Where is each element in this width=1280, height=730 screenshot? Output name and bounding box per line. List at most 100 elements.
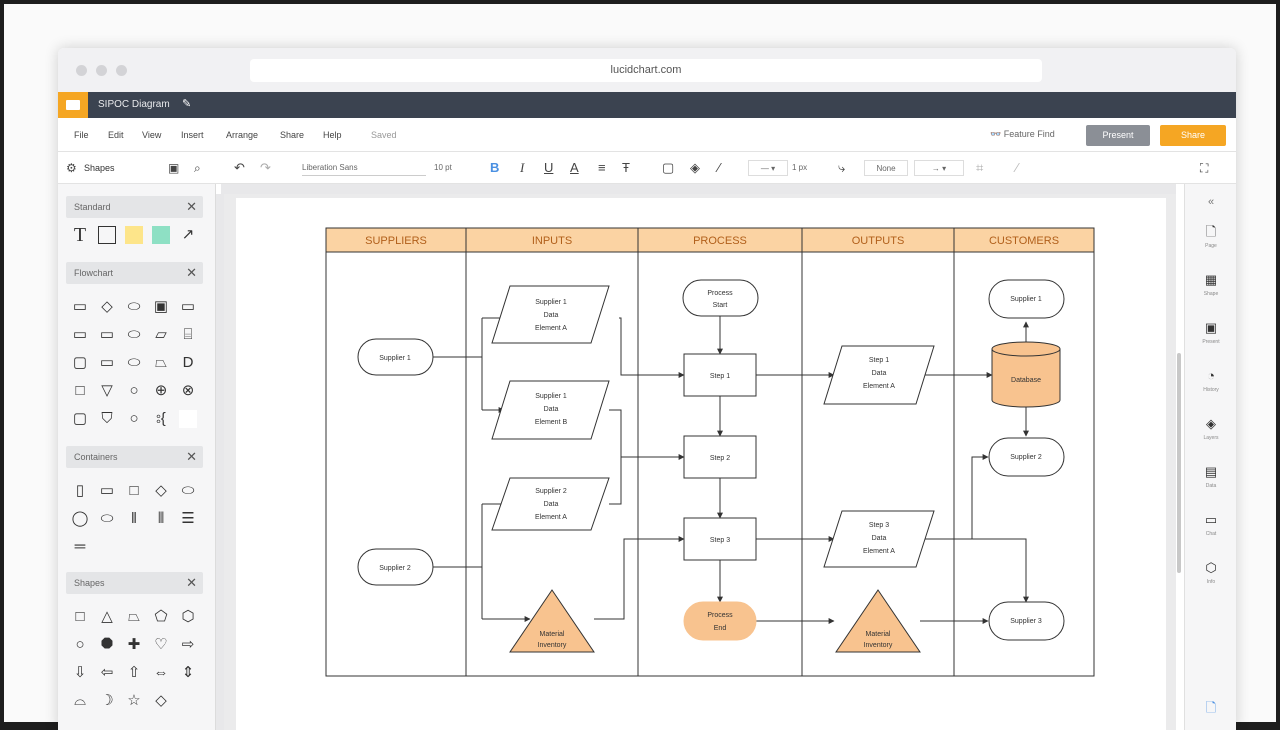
window-close-dot[interactable] — [76, 65, 87, 76]
predefined-shape[interactable]: ▣ — [151, 298, 171, 316]
square-shape[interactable]: □ — [70, 608, 90, 626]
merge-shape[interactable]: ▽ — [97, 382, 117, 400]
vertical-container-shape[interactable]: ▯ — [70, 482, 90, 500]
vertical-pool-shape[interactable]: ⦀ — [151, 510, 171, 528]
stadium-container-shape[interactable]: ⬭ — [97, 510, 117, 528]
window-minimize-dot[interactable] — [96, 65, 107, 76]
cross-shape[interactable]: ✚ — [124, 636, 144, 654]
circle-shape[interactable]: ○ — [70, 636, 90, 654]
section-shapes-header[interactable]: Shapes ✕ — [66, 572, 203, 594]
share-button[interactable]: Share — [1160, 125, 1226, 146]
line-color-icon[interactable]: ∕ — [718, 160, 720, 176]
card-shape[interactable]: ▢ — [70, 354, 90, 372]
heart-shape[interactable]: ♡ — [151, 636, 171, 654]
ellipse-container-shape[interactable]: ◯ — [70, 510, 90, 528]
close-icon[interactable]: ✕ — [186, 265, 197, 281]
rounded-square-shape[interactable]: ▢ — [70, 410, 90, 428]
connector-input3-step2[interactable] — [609, 457, 622, 505]
font-size-select[interactable]: 10 pt — [434, 160, 474, 176]
on-page-shape[interactable]: ○ — [124, 410, 144, 428]
align-icon[interactable]: ≡ — [598, 160, 606, 176]
waypoint-icon[interactable]: ⌗ — [976, 160, 983, 176]
process-end-node[interactable] — [683, 601, 757, 641]
line-end-select[interactable]: → ▾ — [914, 160, 964, 176]
off-page-shape[interactable]: ⛉ — [97, 410, 117, 428]
vertical-double-arrow-shape[interactable]: ⇕ — [178, 664, 198, 682]
close-icon[interactable]: ✕ — [186, 449, 197, 465]
internal-storage-shape[interactable]: ▭ — [70, 326, 90, 344]
connector-supplier1-inputs[interactable] — [433, 317, 504, 410]
arrow-up-shape[interactable]: ⇧ — [124, 664, 144, 682]
loop-limit-shape[interactable]: ⏢ — [151, 354, 171, 372]
collapse-panel-button[interactable]: « — [1197, 194, 1225, 210]
blank-shape[interactable] — [178, 410, 198, 428]
menu-view[interactable]: View — [142, 130, 161, 140]
horizontal-pool-shape[interactable]: ═ — [70, 538, 90, 556]
feedback-button[interactable]: 🗋 — [1197, 700, 1225, 716]
arrow-right-shape[interactable]: ⇨ — [178, 636, 198, 654]
manual-input-shape[interactable]: ▭ — [97, 354, 117, 372]
fill-color-icon[interactable]: ◈ — [690, 160, 700, 176]
delay-shape[interactable]: ⬭ — [124, 354, 144, 372]
section-standard-header[interactable]: Standard ✕ — [66, 196, 203, 218]
pentagon-shape[interactable]: ⬠ — [151, 608, 171, 626]
right-panel-item-shape[interactable]: ▦ Shape — [1197, 272, 1225, 297]
right-panel-item-chat[interactable]: ▭ Chat — [1197, 512, 1225, 537]
vertical-scrollbar[interactable] — [1177, 353, 1181, 573]
connector-output2-customer2[interactable] — [924, 454, 989, 540]
triangle-shape[interactable]: △ — [97, 608, 117, 626]
process-shape[interactable]: ▭ — [70, 298, 90, 316]
undo-icon[interactable]: ↶ — [234, 160, 245, 176]
diamond-shape[interactable]: ◇ — [151, 692, 171, 710]
or-shape[interactable]: ⊕ — [151, 382, 171, 400]
rounded-container-shape[interactable]: ⬭ — [178, 482, 198, 500]
square-shape[interactable]: □ — [70, 382, 90, 400]
colored-block-shape[interactable] — [151, 226, 171, 244]
image-icon[interactable]: ▣ — [168, 160, 179, 176]
right-panel-item-layers[interactable]: ◈ Layers — [1197, 416, 1225, 441]
note-shape[interactable] — [124, 226, 144, 244]
horizontal-container-shape[interactable]: ▭ — [97, 482, 117, 500]
window-zoom-dot[interactable] — [116, 65, 127, 76]
star-shape[interactable]: ☆ — [124, 692, 144, 710]
sipoc-diagram[interactable]: SUPPLIERS INPUTS PROCESS OUTPUTS CUSTOME… — [236, 198, 1166, 730]
document-title[interactable]: SIPOC Diagram — [98, 99, 170, 110]
annotation-shape[interactable]: ⦂{ — [151, 410, 171, 428]
terminator-shape[interactable]: ⬭ — [124, 298, 144, 316]
menu-share[interactable]: Share — [280, 130, 304, 140]
hexagon-shape[interactable]: ⬡ — [178, 608, 198, 626]
edit-title-icon[interactable]: ✎ — [182, 97, 191, 110]
right-panel-item-present[interactable]: ▣ Present — [1197, 320, 1225, 345]
connector-output2-customer3[interactable] — [972, 538, 1029, 603]
delay-d-shape[interactable]: D — [178, 354, 198, 372]
right-panel-item-info[interactable]: ⬡ Info — [1197, 560, 1225, 585]
callout-shape[interactable]: ⌓ — [70, 692, 90, 710]
arrow-down-shape[interactable]: ⇩ — [70, 664, 90, 682]
feature-find[interactable]: 👓 Feature Find — [990, 129, 1055, 140]
menu-insert[interactable]: Insert — [181, 130, 204, 140]
bold-icon[interactable]: B — [490, 160, 499, 176]
double-arrow-shape[interactable]: ⇔ — [151, 664, 171, 682]
connector-input1-step1[interactable] — [619, 317, 685, 378]
menu-arrange[interactable]: Arrange — [226, 130, 258, 140]
summing-junction-shape[interactable]: ⊗ — [178, 382, 198, 400]
moon-shape[interactable]: ☽ — [97, 692, 117, 710]
text-color-icon[interactable]: A — [570, 160, 579, 176]
document-shape[interactable]: ▭ — [178, 298, 198, 316]
process-start-node[interactable] — [682, 279, 759, 317]
connector-icon[interactable]: ⤷ — [838, 160, 845, 176]
right-panel-item-page[interactable]: 🗋 Page — [1197, 224, 1225, 249]
container-shape[interactable]: □ — [124, 482, 144, 500]
fullscreen-icon[interactable]: ⛶ — [1200, 160, 1208, 176]
rectangle-shape[interactable] — [97, 226, 117, 244]
underline-icon[interactable]: U — [544, 160, 553, 176]
section-flowchart-header[interactable]: Flowchart ✕ — [66, 262, 203, 284]
vertical-lane-shape[interactable]: ‖ — [124, 510, 144, 528]
right-panel-item-data[interactable]: ▤ Data — [1197, 464, 1225, 489]
present-button[interactable]: Present — [1086, 125, 1150, 146]
horizontal-lane-shape[interactable]: ☰ — [178, 510, 198, 528]
text-shape[interactable]: T — [70, 225, 90, 245]
line-start-select[interactable]: None — [864, 160, 908, 176]
trapezoid-shape[interactable]: ⏢ — [124, 608, 144, 626]
drawing-canvas[interactable]: SUPPLIERS INPUTS PROCESS OUTPUTS CUSTOME… — [224, 194, 1176, 730]
